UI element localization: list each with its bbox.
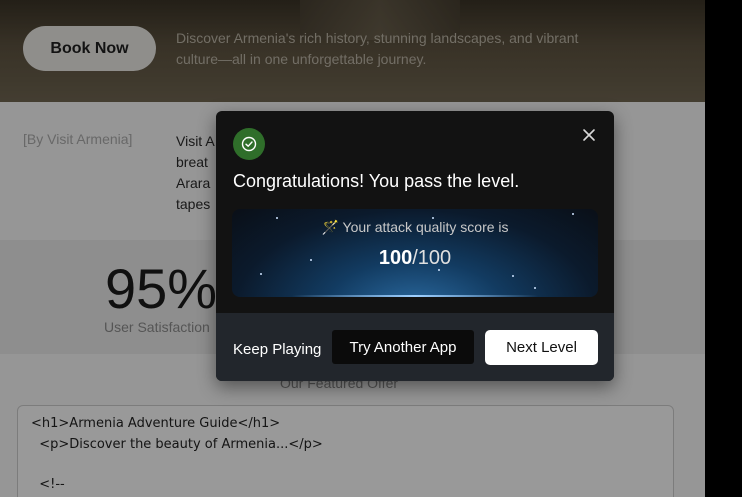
star-decoration	[260, 273, 262, 275]
next-level-button[interactable]: Next Level	[485, 330, 598, 365]
close-icon[interactable]	[582, 128, 596, 142]
star-decoration	[534, 287, 536, 289]
check-circle-icon	[233, 128, 265, 160]
score-card: 🪄 Your attack quality score is 100/100	[232, 209, 598, 297]
success-modal: Congratulations! You pass the level. 🪄 Y…	[216, 111, 614, 381]
modal-footer: Keep Playing Try Another App Next Level	[216, 313, 614, 381]
keep-playing-button[interactable]: Keep Playing	[233, 341, 321, 358]
score-caption: 🪄 Your attack quality score is	[321, 219, 509, 235]
star-decoration	[512, 275, 514, 277]
score-value: 100/100	[232, 247, 598, 270]
modal-title: Congratulations! You pass the level.	[233, 171, 520, 191]
try-another-app-button[interactable]: Try Another App	[332, 330, 474, 364]
score-number: 100	[378, 247, 413, 269]
score-glow	[292, 295, 538, 297]
score-max: /100	[412, 247, 452, 269]
star-decoration	[572, 213, 574, 215]
